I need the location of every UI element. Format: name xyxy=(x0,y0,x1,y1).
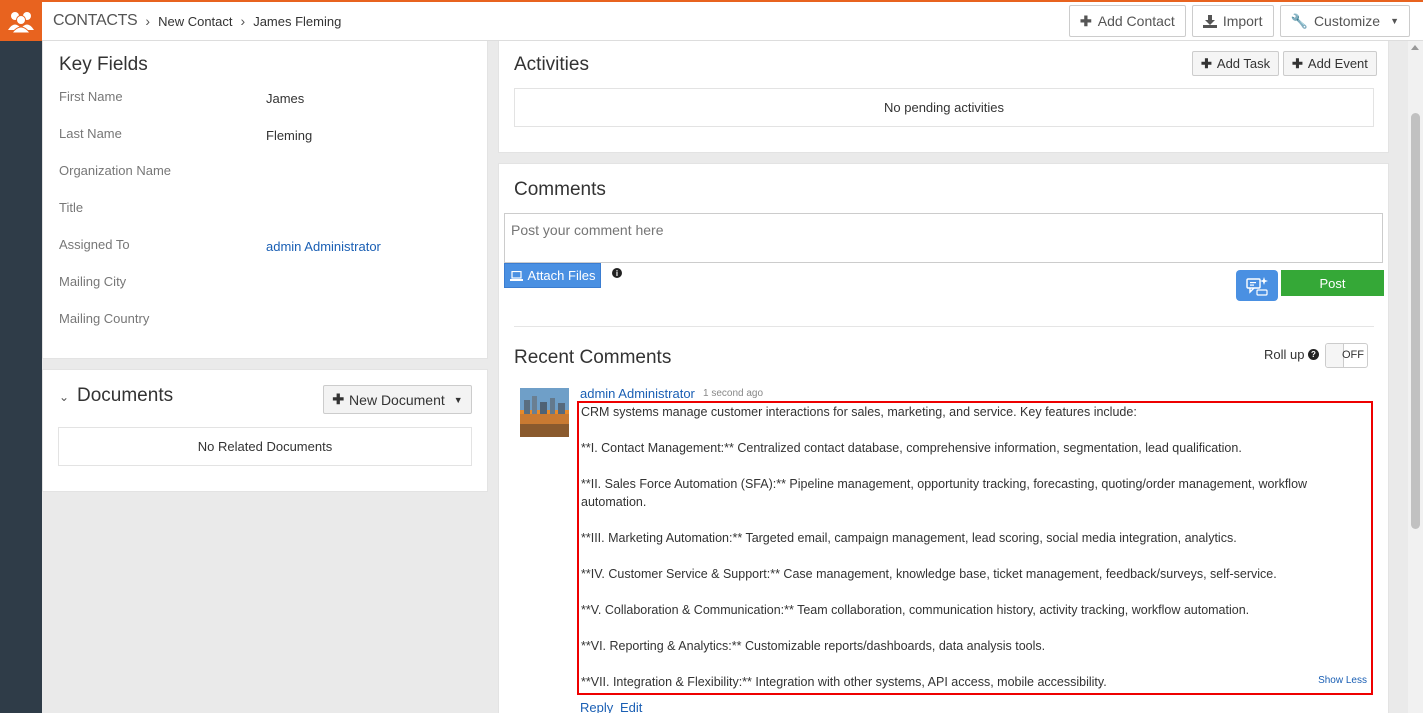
customize-button[interactable]: 🔧 Customize ▼ xyxy=(1279,5,1410,37)
attach-files-label: Attach Files xyxy=(527,268,596,283)
page-scrollbar[interactable] xyxy=(1408,41,1423,713)
field-label: Mailing Country xyxy=(59,311,150,326)
field-title: Title xyxy=(59,200,479,224)
breadcrumb-current: James Fleming xyxy=(253,13,342,29)
activities-panel: Activities ✚ Add Task ✚ Add Event No pen… xyxy=(498,41,1389,153)
field-assigned-to: Assigned To admin Administrator xyxy=(59,237,479,261)
comment-line: **VI. Reporting & Analytics:** Customiza… xyxy=(581,639,1046,653)
import-label: Import xyxy=(1222,13,1263,29)
comment-body: CRM systems manage customer interactions… xyxy=(577,401,1373,695)
add-task-label: Add Task xyxy=(1216,56,1271,71)
field-label: First Name xyxy=(59,89,123,104)
show-less-link[interactable]: Show Less xyxy=(1318,672,1367,690)
field-label: Last Name xyxy=(59,126,122,141)
users-icon xyxy=(8,12,34,34)
avatar-image xyxy=(520,388,569,437)
scroll-up-arrow-icon[interactable] xyxy=(1411,45,1419,50)
help-icon[interactable]: ? xyxy=(1308,349,1319,360)
import-button[interactable]: Import xyxy=(1191,5,1274,37)
edit-link[interactable]: Edit xyxy=(620,700,642,713)
comment-line: **VII. Integration & Flexibility:** Inte… xyxy=(581,675,1107,689)
toggle-state: OFF xyxy=(1342,349,1364,361)
new-document-button[interactable]: ✚ New Document ▼ xyxy=(323,385,472,414)
comment-line: **V. Collaboration & Communication:** Te… xyxy=(581,603,1250,617)
top-actions: ✚ Add Contact Import 🔧 Customize ▼ xyxy=(1069,5,1410,37)
chevron-right-icon: › xyxy=(145,13,151,29)
comments-panel: Comments Attach Files i Post Recent Comm… xyxy=(498,163,1389,713)
new-document-label: New Document xyxy=(349,391,445,408)
top-bar: CONTACTS › New Contact › James Fleming ✚… xyxy=(0,0,1423,42)
add-event-label: Add Event xyxy=(1307,56,1368,71)
plus-icon: ✚ xyxy=(1201,55,1212,71)
comment-line: **III. Marketing Automation:** Targeted … xyxy=(581,531,1237,545)
add-contact-label: Add Contact xyxy=(1097,13,1175,29)
field-organization-name: Organization Name xyxy=(59,163,479,187)
divider xyxy=(514,326,1374,327)
laptop-icon xyxy=(509,270,523,281)
key-fields-title: Key Fields xyxy=(59,54,148,75)
reply-link[interactable]: Reply xyxy=(580,700,613,713)
field-label: Mailing City xyxy=(59,274,127,289)
chevron-right-icon: › xyxy=(240,13,246,29)
plus-icon: ✚ xyxy=(1080,12,1092,29)
caret-down-icon: ▼ xyxy=(453,394,463,405)
caret-down-icon: ▼ xyxy=(1390,16,1399,26)
plus-icon: ✚ xyxy=(1292,55,1303,71)
field-value[interactable]: Fleming xyxy=(266,128,312,143)
post-button[interactable]: Post xyxy=(1281,270,1384,296)
field-label: Assigned To xyxy=(59,237,130,252)
comment-input[interactable] xyxy=(504,213,1383,263)
activities-title: Activities xyxy=(514,54,589,75)
ai-assist-button[interactable] xyxy=(1236,270,1278,301)
no-activities-message: No pending activities xyxy=(514,88,1374,127)
breadcrumb: CONTACTS › New Contact › James Fleming xyxy=(53,12,341,30)
wrench-icon: 🔧 xyxy=(1290,12,1308,29)
left-navigation xyxy=(0,41,42,713)
add-task-button[interactable]: ✚ Add Task xyxy=(1192,51,1280,76)
plus-icon: ✚ xyxy=(332,391,345,407)
attach-files-button[interactable]: Attach Files xyxy=(504,263,601,288)
field-value[interactable]: James xyxy=(266,91,304,106)
documents-panel: ⌄ Documents ✚ New Document ▼ No Related … xyxy=(42,369,488,492)
customize-label: Customize xyxy=(1313,13,1381,29)
avatar xyxy=(520,388,569,437)
add-contact-button[interactable]: ✚ Add Contact xyxy=(1069,5,1186,37)
add-event-button[interactable]: ✚ Add Event xyxy=(1283,51,1377,76)
chevron-down-icon[interactable]: ⌄ xyxy=(59,390,69,404)
comment-line: CRM systems manage customer interactions… xyxy=(581,405,1137,419)
field-mailing-city: Mailing City xyxy=(59,274,479,298)
breadcrumb-module[interactable]: CONTACTS xyxy=(53,12,138,30)
recent-comments-title: Recent Comments xyxy=(514,347,672,368)
comment-line: **I. Contact Management:** Centralized c… xyxy=(581,441,1242,455)
rollup-label: Roll up xyxy=(1264,347,1305,362)
comment-line: **IV. Customer Service & Support:** Case… xyxy=(581,567,1277,581)
field-first-name: First Name James xyxy=(59,89,479,113)
field-label: Organization Name xyxy=(59,163,171,178)
download-icon xyxy=(1202,14,1217,28)
comments-title: Comments xyxy=(514,179,606,200)
rollup-toggle[interactable]: OFF xyxy=(1325,343,1368,368)
comment-time: 1 second ago xyxy=(703,388,764,399)
documents-title[interactable]: Documents xyxy=(77,385,173,407)
field-last-name: Last Name Fleming xyxy=(59,126,479,150)
comment-author-link[interactable]: admin Administrator xyxy=(580,386,695,401)
scroll-thumb[interactable] xyxy=(1411,113,1420,529)
assigned-to-link[interactable]: admin Administrator xyxy=(266,239,381,254)
key-fields-panel: Key Fields First Name James Last Name Fl… xyxy=(42,41,488,359)
comment-line: **II. Sales Force Automation (SFA):** Pi… xyxy=(581,477,1308,509)
field-label: Title xyxy=(59,200,84,215)
info-icon[interactable]: i xyxy=(612,268,622,278)
field-mailing-country: Mailing Country xyxy=(59,311,479,335)
contacts-app-icon[interactable] xyxy=(0,2,42,42)
no-documents-message: No Related Documents xyxy=(58,427,472,466)
sparkle-icon xyxy=(1246,276,1268,296)
breadcrumb-new-contact[interactable]: New Contact xyxy=(158,14,232,29)
